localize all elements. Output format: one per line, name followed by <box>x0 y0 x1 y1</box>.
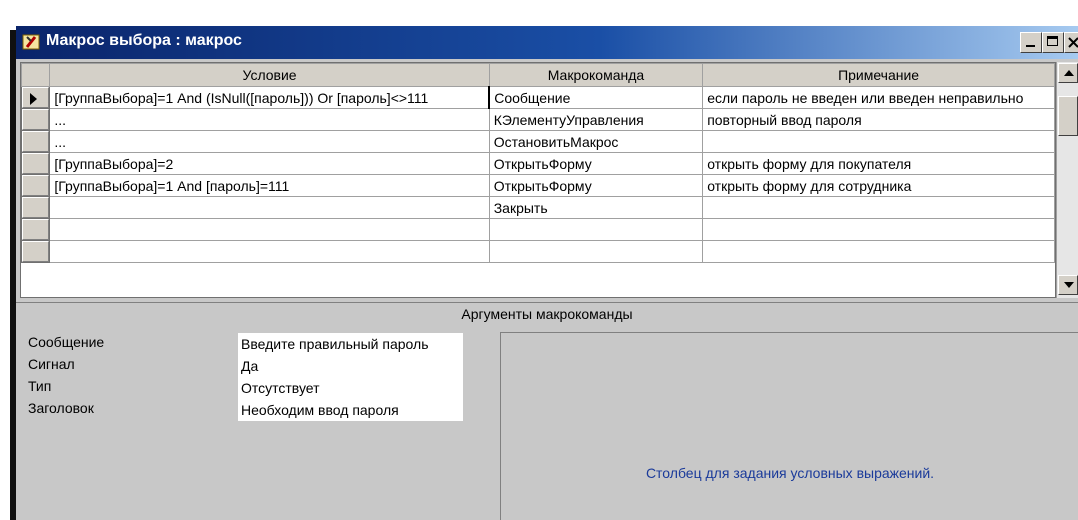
arrow-up-icon <box>1064 70 1074 76</box>
action-cell[interactable] <box>488 240 704 263</box>
table-row: Закрыть <box>21 196 1055 219</box>
table-row <box>21 240 1055 263</box>
row-selector-arrow-icon <box>30 93 37 105</box>
argument-field-beep[interactable]: Да <box>238 355 463 377</box>
argument-field-message[interactable]: Введите правильный пароль <box>238 333 463 355</box>
action-cell[interactable]: Сообщение <box>488 86 704 109</box>
table-row: ... ОстановитьМакрос <box>21 130 1055 153</box>
action-cell[interactable]: КЭлементуУправления <box>488 108 704 131</box>
note-cell[interactable] <box>702 218 1055 241</box>
argument-label-type: Тип <box>28 378 52 394</box>
window-title: Макрос выбора : макрос <box>46 32 242 49</box>
row-selector[interactable] <box>21 174 51 197</box>
action-cell[interactable] <box>488 218 704 241</box>
vertical-scrollbar[interactable] <box>1056 62 1078 298</box>
condition-cell[interactable]: [ГруппаВыбора]=1 And (IsNull([пароль])) … <box>49 86 491 109</box>
maximize-button[interactable] <box>1042 32 1064 53</box>
arguments-header: Аргументы макрокоманды <box>16 302 1078 325</box>
column-header-condition[interactable]: Условие <box>49 63 490 87</box>
argument-label-title: Заголовок <box>28 400 94 416</box>
condition-cell[interactable] <box>49 218 490 241</box>
condition-cell[interactable] <box>49 196 490 219</box>
argument-label-message: Сообщение <box>28 334 105 350</box>
condition-cell[interactable]: [ГруппаВыбора]=1 And [пароль]=111 <box>49 174 490 197</box>
macro-window: Макрос выбора : макрос Условие Макрокома… <box>16 26 1078 520</box>
minimize-button[interactable] <box>1020 32 1042 53</box>
condition-cell[interactable]: ... <box>49 108 490 131</box>
row-selector[interactable] <box>21 152 51 175</box>
note-cell[interactable]: повторный ввод пароля <box>702 108 1055 131</box>
note-cell[interactable] <box>702 196 1055 219</box>
row-selector[interactable] <box>21 240 51 263</box>
corner-cell[interactable] <box>21 63 51 87</box>
table-row: [ГруппаВыбора]=2 ОткрытьФорму открыть фо… <box>21 152 1055 175</box>
hint-panel: Столбец для задания условных выражений. <box>500 332 1078 520</box>
column-header-note[interactable]: Примечание <box>702 63 1055 87</box>
note-cell[interactable] <box>702 240 1055 263</box>
action-cell[interactable]: Закрыть <box>488 196 704 219</box>
table-row <box>21 218 1055 241</box>
title-bar[interactable]: Макрос выбора : макрос <box>16 26 1078 59</box>
scroll-down-button[interactable] <box>1058 275 1078 295</box>
close-icon <box>1068 37 1078 48</box>
row-selector[interactable] <box>21 130 51 153</box>
table-row: [ГруппаВыбора]=1 And [пароль]=111 Открыт… <box>21 174 1055 197</box>
note-cell[interactable]: если пароль не введен или введен неправи… <box>702 86 1055 109</box>
scroll-up-button[interactable] <box>1058 63 1078 83</box>
note-cell[interactable] <box>702 130 1055 153</box>
column-header-action[interactable]: Макрокоманда <box>488 63 704 87</box>
table-row: [ГруппаВыбора]=1 And (IsNull([пароль])) … <box>21 86 1055 109</box>
row-selector[interactable] <box>21 108 51 131</box>
condition-cell[interactable] <box>49 240 490 263</box>
condition-cell[interactable]: [ГруппаВыбора]=2 <box>49 152 490 175</box>
action-cell[interactable]: ОткрытьФорму <box>488 174 704 197</box>
arguments-panel: Сообщение Введите правильный пароль Сигн… <box>16 324 1078 520</box>
action-cell[interactable]: ОткрытьФорму <box>488 152 704 175</box>
note-cell[interactable]: открыть форму для покупателя <box>702 152 1055 175</box>
scroll-thumb[interactable] <box>1058 96 1078 136</box>
macro-grid: Условие Макрокоманда Примечание [ГруппаВ… <box>20 62 1056 298</box>
arrow-down-icon <box>1064 282 1074 288</box>
close-button[interactable] <box>1064 32 1078 53</box>
action-cell[interactable]: ОстановитьМакрос <box>488 130 704 153</box>
hint-text: Столбец для задания условных выражений. <box>645 465 935 481</box>
macro-table: Условие Макрокоманда Примечание [ГруппаВ… <box>21 63 1055 263</box>
argument-field-type[interactable]: Отсутствует <box>238 377 463 399</box>
condition-cell[interactable]: ... <box>49 130 490 153</box>
row-selector[interactable] <box>21 218 51 241</box>
argument-label-beep: Сигнал <box>28 356 75 372</box>
maximize-icon <box>1047 36 1058 46</box>
minimize-icon <box>1026 45 1035 47</box>
note-cell[interactable]: открыть форму для сотрудника <box>702 174 1055 197</box>
table-row: ... КЭлементуУправления повторный ввод п… <box>21 108 1055 131</box>
argument-field-title[interactable]: Необходим ввод пароля <box>238 399 463 421</box>
header-row: Условие Макрокоманда Примечание <box>21 63 1055 87</box>
row-selector[interactable] <box>21 196 51 219</box>
row-selector[interactable] <box>21 86 51 109</box>
macro-icon <box>22 34 40 50</box>
